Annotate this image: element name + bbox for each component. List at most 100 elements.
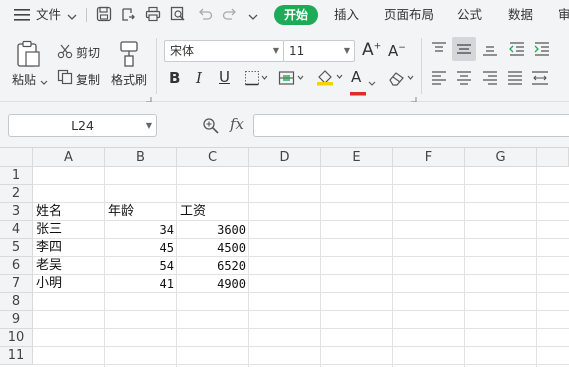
column-header-c[interactable]: C (177, 148, 249, 167)
cell-b5[interactable]: 45 (105, 239, 174, 257)
row-gridline (33, 310, 569, 311)
quick-access-chevron-icon[interactable] (248, 10, 266, 28)
find-zoom-icon[interactable] (202, 117, 220, 138)
column-gridline (464, 167, 465, 367)
cell-a4[interactable]: 张三 (36, 221, 62, 239)
column-header-overflow[interactable] (537, 148, 569, 167)
file-menu[interactable]: 文件 (36, 0, 61, 30)
select-all-corner[interactable] (0, 148, 33, 167)
align-bottom-icon[interactable] (481, 41, 499, 60)
print-preview-icon[interactable] (170, 6, 188, 24)
row-header-2[interactable]: 2 (0, 185, 33, 203)
insert-function-button[interactable]: fx (230, 115, 244, 133)
cell-a6[interactable]: 老吴 (36, 257, 62, 275)
cell-b6[interactable]: 54 (105, 257, 174, 275)
column-gridline (248, 167, 249, 367)
align-center-icon[interactable] (455, 70, 473, 89)
cell-c3[interactable]: 工资 (180, 203, 206, 221)
merge-cells-icon[interactable] (278, 70, 304, 89)
row-header-4[interactable]: 4 (0, 221, 33, 239)
font-color-chevron-icon[interactable] (368, 76, 376, 90)
cell-c7[interactable]: 4900 (177, 275, 246, 293)
decrease-indent-icon[interactable] (508, 41, 526, 60)
export-icon[interactable] (120, 6, 138, 24)
tab-insert[interactable]: 插入 (334, 0, 359, 30)
copy-icon[interactable] (57, 69, 73, 88)
cell-c5[interactable]: 4500 (177, 239, 246, 257)
paste-chevron-icon[interactable] (40, 75, 48, 89)
decrease-font-size-button[interactable]: A− (388, 42, 406, 60)
tab-formulas[interactable]: 公式 (457, 0, 482, 30)
format-painter-icon[interactable] (117, 40, 141, 71)
font-size-chevron-icon: ▼ (343, 46, 350, 55)
font-name-select[interactable]: 宋体 ▼ (164, 40, 284, 62)
name-box-value: L24 (71, 118, 94, 133)
cut-button[interactable]: 剪切 (76, 44, 100, 61)
cell-a7[interactable]: 小明 (36, 275, 62, 293)
column-header-f[interactable]: F (393, 148, 465, 167)
row-header-7[interactable]: 7 (0, 275, 33, 293)
distributed-align-icon[interactable] (530, 70, 550, 89)
borders-icon[interactable] (244, 70, 268, 89)
clear-format-icon[interactable] (387, 69, 415, 90)
print-icon[interactable] (145, 6, 163, 24)
formula-input[interactable] (253, 114, 569, 137)
row-header-8[interactable]: 8 (0, 293, 33, 311)
cell-a3[interactable]: 姓名 (36, 203, 62, 221)
save-icon[interactable] (96, 6, 114, 24)
row-header-11[interactable]: 11 (0, 347, 33, 365)
column-header-g[interactable]: G (465, 148, 537, 167)
cell-b7[interactable]: 41 (105, 275, 174, 293)
row-header-5[interactable]: 5 (0, 239, 33, 257)
column-gridline (320, 167, 321, 367)
font-size-select[interactable]: 11 ▼ (283, 40, 355, 62)
row-header-3[interactable]: 3 (0, 203, 33, 221)
row-header-10[interactable]: 10 (0, 329, 33, 347)
file-menu-chevron-icon[interactable] (67, 10, 77, 24)
ribbon-toolbar: 粘贴 剪切 复制 格式刷 宋体 ▼ 11 ▼ A+ A− B I U A (0, 30, 569, 103)
column-header-e[interactable]: E (321, 148, 393, 167)
bold-button[interactable]: B (169, 69, 180, 87)
cell-c4[interactable]: 3600 (177, 221, 246, 239)
underline-button[interactable]: U (219, 68, 230, 86)
grow-font-glyph: A (362, 40, 374, 60)
format-painter-button[interactable]: 格式刷 (111, 71, 147, 88)
justify-icon[interactable] (506, 70, 524, 89)
row-gridline (33, 346, 569, 347)
increase-indent-icon[interactable] (533, 41, 551, 60)
cell-b4[interactable]: 34 (105, 221, 174, 239)
column-header-a[interactable]: A (33, 148, 105, 167)
paste-icon[interactable] (15, 40, 41, 71)
row-gridline (33, 364, 569, 365)
tab-home[interactable]: 开始 (274, 5, 318, 25)
cell-b3[interactable]: 年龄 (108, 203, 134, 221)
tab-review[interactable]: 审 (558, 0, 569, 30)
align-left-icon[interactable] (430, 70, 448, 89)
italic-button[interactable]: I (196, 69, 202, 87)
tab-page-layout[interactable]: 页面布局 (384, 0, 434, 30)
hamburger-menu-icon[interactable] (14, 9, 30, 24)
align-top-icon[interactable] (430, 41, 448, 60)
font-color-button[interactable]: A (351, 68, 361, 86)
scissors-icon[interactable] (57, 43, 73, 62)
cell-a5[interactable]: 李四 (36, 239, 62, 257)
name-box[interactable]: L24 ▼ (8, 114, 157, 137)
cell-c6[interactable]: 6520 (177, 257, 246, 275)
menu-bar: 文件 开始 插入 页面布局 公式 数据 审 (0, 0, 569, 30)
column-header-b[interactable]: B (105, 148, 177, 167)
copy-button[interactable]: 复制 (76, 71, 100, 88)
formula-bar: L24 ▼ fx (0, 102, 569, 148)
row-header-9[interactable]: 9 (0, 311, 33, 329)
row-header-6[interactable]: 6 (0, 257, 33, 275)
fill-color-icon[interactable] (315, 68, 343, 89)
align-right-icon[interactable] (481, 70, 499, 89)
column-header-d[interactable]: D (249, 148, 321, 167)
shrink-font-glyph: A (388, 42, 399, 60)
redo-icon[interactable] (222, 6, 240, 24)
increase-font-size-button[interactable]: A+ (362, 40, 381, 60)
tab-data[interactable]: 数据 (508, 0, 533, 30)
row-header-1[interactable]: 1 (0, 167, 33, 185)
undo-icon[interactable] (197, 6, 215, 24)
paste-button[interactable]: 粘贴 (12, 71, 36, 88)
align-middle-icon[interactable] (452, 37, 476, 64)
